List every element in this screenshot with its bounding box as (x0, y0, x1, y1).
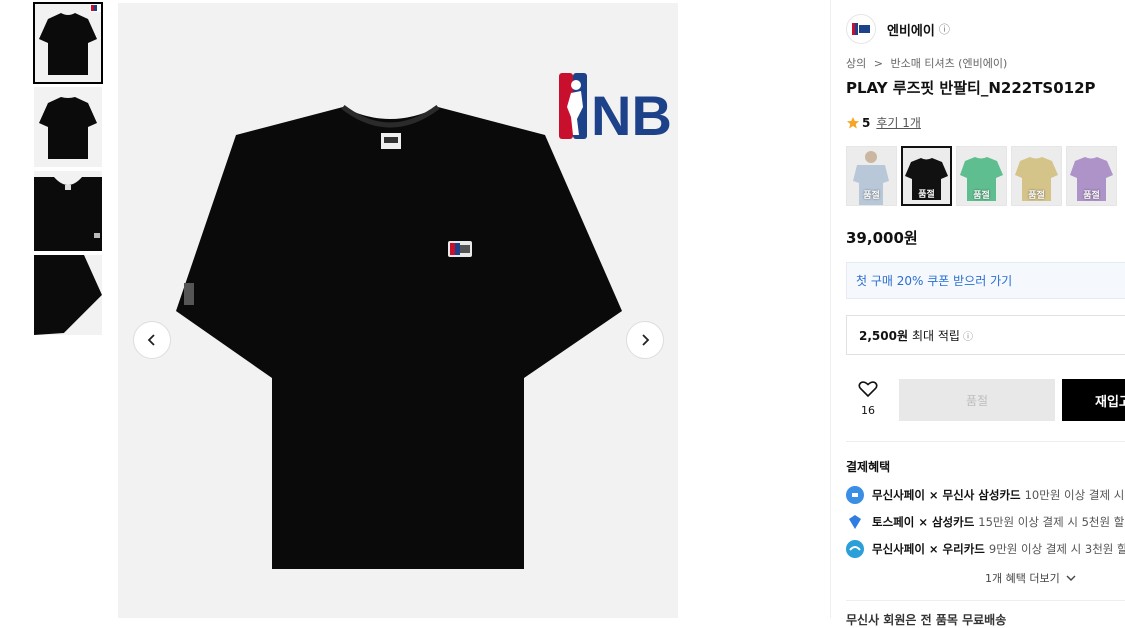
restock-button[interactable]: 재입고 (1062, 379, 1125, 421)
breadcrumb-separator: > (873, 57, 883, 70)
breadcrumb: 상의 > 반소매 티셔츠 (엔비에이) (846, 55, 1007, 71)
chevron-left-icon (147, 334, 155, 346)
payment-brand: 무신사페이 × 우리카드 (872, 542, 985, 556)
more-benefits-label: 1개 혜택 더보기 (985, 572, 1060, 585)
brand-row[interactable]: 엔비에이 ⓘ (846, 14, 950, 44)
payment-desc: 10만원 이상 결제 시 5 (1024, 488, 1125, 502)
next-image-button[interactable] (626, 321, 664, 359)
chevron-right-icon (642, 334, 650, 346)
more-benefits-button[interactable]: 1개 혜택 더보기 (985, 570, 1076, 586)
brand-avatar[interactable] (846, 14, 876, 44)
points-amount: 2,500원 (859, 328, 908, 343)
divider (846, 600, 1125, 601)
nba-logo-text: NBA (591, 84, 671, 139)
musinsa-pay-icon (846, 486, 864, 504)
first-purchase-coupon-banner[interactable]: 첫 구매 20% 쿠폰 받으러 가기 (846, 262, 1125, 299)
product-title: PLAY 루즈핏 반팔티_N222TS012P (846, 79, 1096, 97)
soldout-label: 품절 (918, 190, 935, 200)
color-option-green[interactable]: 품절 (956, 146, 1007, 206)
nba-logo: NBA (559, 73, 712, 147)
breadcrumb-subcategory[interactable]: 반소매 티셔츠 (엔비에이) (890, 57, 1007, 70)
thumbnail-list (33, 2, 104, 339)
thumbnail-sleeve-detail[interactable] (34, 255, 102, 335)
points-label: 최대 적립 (912, 328, 960, 343)
rating-score: 5 (862, 115, 871, 130)
payment-desc: 9만원 이상 결제 시 3천원 할인 (988, 542, 1125, 556)
nba-mini-logo-icon (852, 23, 870, 35)
color-options: 품절 품절 품절 품절 품절 (846, 146, 1121, 206)
star-icon (847, 116, 859, 128)
soldout-label: 품절 (863, 191, 880, 201)
color-option-skyblue[interactable]: 품절 (846, 146, 897, 206)
thumbnail-neck-detail[interactable] (34, 171, 102, 251)
color-option-purple[interactable]: 품절 (1066, 146, 1117, 206)
rating-row: 5 후기 1개 (846, 114, 921, 131)
breadcrumb-category[interactable]: 상의 (846, 57, 866, 70)
toss-pay-icon (846, 513, 864, 531)
points-info-icon[interactable]: ⓘ (963, 328, 973, 343)
thumbnail-back[interactable] (34, 87, 102, 167)
chevron-down-icon (1066, 575, 1076, 581)
prev-image-button[interactable] (133, 321, 171, 359)
payment-brand: 무신사페이 × 무신사 삼성카드 (872, 488, 1021, 502)
product-info-panel: 엔비에이 ⓘ 상의 > 반소매 티셔츠 (엔비에이) PLAY 루즈핏 반팔티_… (830, 0, 1125, 627)
payment-brand: 토스페이 × 삼성카드 (872, 515, 975, 529)
color-option-beige[interactable]: 품절 (1011, 146, 1062, 206)
info-icon[interactable]: ⓘ (939, 21, 950, 37)
payment-benefit-row: 토스페이 × 삼성카드 15만원 이상 결제 시 5천원 할인 (846, 513, 1125, 531)
soldout-button[interactable]: 품절 (899, 379, 1055, 421)
soldout-label: 품절 (973, 191, 990, 201)
points-box[interactable]: 2,500원 최대 적립 ⓘ (846, 315, 1125, 355)
heart-icon (858, 381, 878, 398)
like-count: 16 (861, 404, 875, 417)
woori-card-icon (846, 540, 864, 558)
free-shipping-notice: 무신사 회원은 전 품목 무료배송 (846, 613, 1007, 627)
payment-benefits-title: 결제혜택 (846, 460, 891, 474)
payment-benefit-row: 무신사페이 × 무신사 삼성카드 10만원 이상 결제 시 5 (846, 486, 1125, 504)
soldout-label: 품절 (1083, 191, 1100, 201)
brand-name[interactable]: 엔비에이 (887, 20, 935, 39)
thumbnail-front[interactable] (33, 2, 103, 84)
color-option-black[interactable]: 품절 (901, 146, 952, 206)
product-price: 39,000원 (846, 229, 918, 247)
soldout-label: 품절 (1028, 191, 1045, 201)
like-button[interactable]: 16 (846, 380, 890, 417)
review-link[interactable]: 후기 1개 (876, 114, 921, 131)
product-image-stage: NBA (118, 3, 712, 618)
divider (846, 441, 1125, 442)
payment-benefit-row: 무신사페이 × 우리카드 9만원 이상 결제 시 3천원 할인 (846, 540, 1125, 558)
payment-desc: 15만원 이상 결제 시 5천원 할인 (978, 515, 1125, 529)
